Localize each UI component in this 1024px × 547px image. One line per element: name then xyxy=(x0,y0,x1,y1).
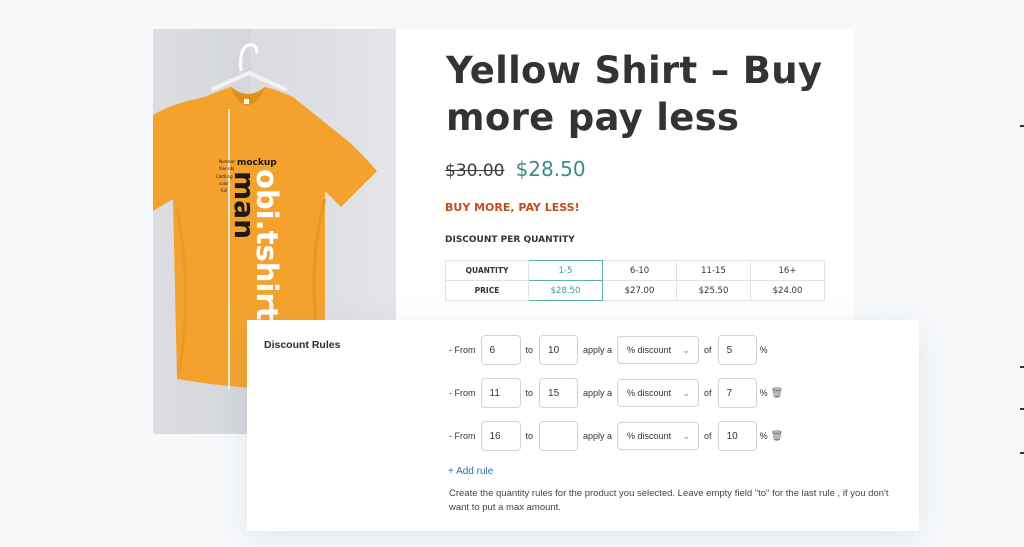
quantity-header: QUANTITY xyxy=(445,260,529,281)
print-tiny-text: Number xyxy=(219,159,235,164)
discount-type-value: % discount xyxy=(627,345,672,355)
from-input[interactable]: 11 xyxy=(480,378,521,408)
to-label: to xyxy=(525,431,534,441)
chevron-down-icon: ⌄ xyxy=(682,387,691,398)
of-label: of xyxy=(704,388,712,398)
percent-sign: % xyxy=(759,388,768,398)
to-input[interactable]: 10 xyxy=(539,335,579,365)
amount-input[interactable]: 7 xyxy=(717,378,757,408)
print-man-text: man xyxy=(228,171,261,239)
trash-icon[interactable]: 🗑 xyxy=(771,431,784,442)
discount-rules-label: Discount Rules xyxy=(264,339,341,351)
discount-type-select[interactable]: % discount ⌄ xyxy=(617,422,700,450)
from-label: - From xyxy=(449,345,476,355)
chevron-down-icon: ⌄ xyxy=(682,344,691,355)
to-label: to xyxy=(525,345,534,355)
tier-price: $27.00 xyxy=(602,280,677,301)
tier-qty: 1-5 xyxy=(528,260,603,281)
discount-type-select[interactable]: % discount ⌄ xyxy=(617,379,700,407)
percent-sign: % xyxy=(759,345,768,355)
percent-sign: % xyxy=(759,431,768,441)
apply-label: apply a xyxy=(583,431,613,441)
add-rule-link[interactable]: + Add rule xyxy=(448,466,493,477)
price-header: PRICE xyxy=(445,280,529,301)
discount-type-value: % discount xyxy=(627,431,672,441)
table-row: QUANTITY 1-5 6-10 11-15 16+ xyxy=(445,260,825,281)
discount-type-value: % discount xyxy=(627,388,672,398)
of-label: of xyxy=(704,431,712,441)
print-mockup-text: mockup xyxy=(237,158,277,168)
tier-qty: 6-10 xyxy=(602,260,677,281)
apply-label: apply a xyxy=(583,388,613,398)
to-input[interactable] xyxy=(539,421,579,451)
product-card: mockup Number free obj Clothing color fu… xyxy=(153,29,854,434)
to-input[interactable]: 15 xyxy=(539,378,579,408)
from-input[interactable]: 6 xyxy=(480,335,521,365)
price-new: $28.50 xyxy=(515,157,586,181)
print-tiny-text: full xyxy=(221,188,227,193)
tier-qty: 16+ xyxy=(750,260,825,281)
trash-icon[interactable]: 🗑 xyxy=(771,388,784,399)
tier-qty: 11-15 xyxy=(676,260,751,281)
rule-row: - From 6 to 10 apply a % discount ⌄ of 5… xyxy=(449,335,768,365)
price-old: $30.00 xyxy=(445,161,505,181)
rule-row: - From 16 to apply a % discount ⌄ of 10 … xyxy=(449,421,783,451)
from-label: - From xyxy=(449,388,476,398)
promo-text: BUY MORE, PAY LESS! xyxy=(445,201,580,214)
rules-help-text: Create the quantity rules for the produc… xyxy=(449,488,889,513)
tier-price: $24.00 xyxy=(750,280,825,301)
amount-input[interactable]: 5 xyxy=(717,335,757,365)
from-label: - From xyxy=(449,431,476,441)
edge-mark xyxy=(1020,452,1024,454)
edge-mark xyxy=(1020,125,1024,127)
to-label: to xyxy=(525,388,534,398)
of-label: of xyxy=(704,345,712,355)
price-row: $30.00 $28.50 xyxy=(445,157,586,181)
rule-row: - From 11 to 15 apply a % discount ⌄ of … xyxy=(449,378,783,408)
product-title: Yellow Shirt – Buy more pay less xyxy=(446,49,823,139)
chevron-down-icon: ⌄ xyxy=(682,430,691,441)
from-input[interactable]: 16 xyxy=(480,421,521,451)
print-tiny-text: color xyxy=(219,181,229,186)
discount-table: QUANTITY 1-5 6-10 11-15 16+ PRICE $28.50… xyxy=(445,260,825,301)
tier-price: $25.50 xyxy=(676,280,751,301)
edge-mark xyxy=(1020,408,1024,410)
discount-type-select[interactable]: % discount ⌄ xyxy=(617,336,700,364)
tier-price: $28.50 xyxy=(528,280,603,301)
discount-rules-panel: Discount Rules - From 6 to 10 apply a % … xyxy=(247,320,919,531)
edge-mark xyxy=(1020,366,1024,368)
apply-label: apply a xyxy=(583,345,613,355)
discount-table-title: DISCOUNT PER QUANTITY xyxy=(445,235,575,245)
table-row: PRICE $28.50 $27.00 $25.50 $24.00 xyxy=(445,280,825,301)
amount-input[interactable]: 10 xyxy=(717,421,757,451)
